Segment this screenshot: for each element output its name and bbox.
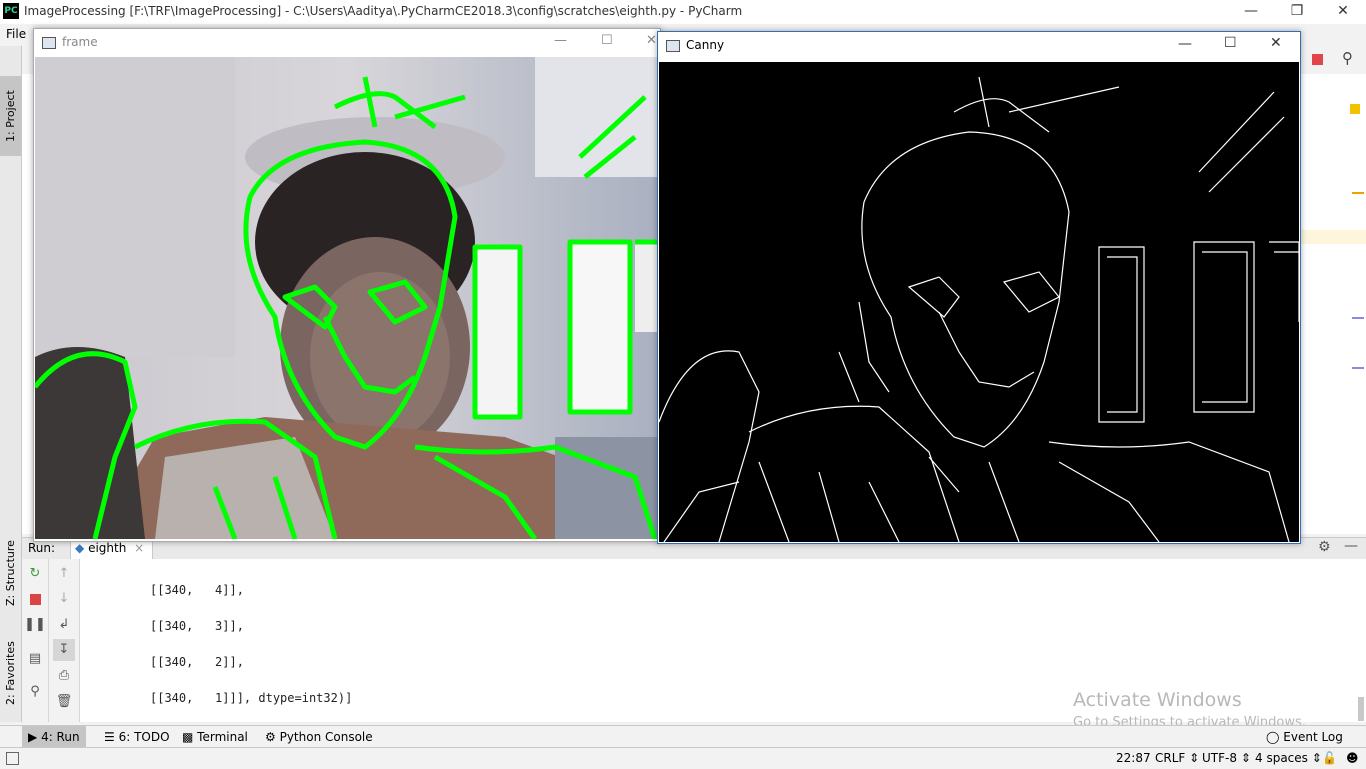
pin-icon[interactable]: ⚲ — [24, 681, 46, 703]
left-tool-strip: 1: Project Z: Structure 2: Favorites — [0, 46, 22, 722]
event-log-icon: ◯ — [1266, 730, 1280, 744]
indent-setting[interactable]: 4 spaces ⇕ — [1255, 751, 1322, 765]
inspection-indicator-icon[interactable] — [1350, 104, 1360, 114]
window-icon — [666, 40, 680, 52]
tab-run-label: 4: Run — [41, 730, 80, 744]
console-line: [[340, 2]], — [150, 655, 244, 669]
search-icon[interactable]: ⚲ — [1342, 49, 1353, 67]
file-encoding[interactable]: UTF-8 ⇕ — [1202, 751, 1251, 765]
python-console-icon: ⚙ — [265, 730, 276, 744]
restore-button[interactable]: ❐ — [1274, 0, 1320, 24]
python-icon: ◆ — [75, 541, 85, 555]
close-tab-icon[interactable]: × — [134, 541, 144, 555]
frame-window[interactable]: frame — ☐ ✕ — [33, 28, 661, 542]
caret-position[interactable]: 22:87 — [1116, 751, 1151, 765]
run-toolbar-primary: ↻ ❚❚ ▤ ⚲ — [22, 559, 49, 722]
run-tab-label: eighth — [88, 541, 127, 555]
todo-icon: ☰ — [104, 730, 115, 744]
pycharm-logo-icon: PC — [3, 3, 19, 19]
rerun-icon[interactable]: ↻ — [24, 563, 46, 585]
run-icon: ▶ — [28, 730, 38, 744]
run-label: Run: — [28, 541, 56, 555]
line-separator[interactable]: CRLF ⇕ — [1155, 751, 1199, 765]
stop-icon[interactable] — [1312, 54, 1323, 65]
tab-todo[interactable]: ☰ 6: TODO — [98, 726, 176, 748]
warning-marker[interactable] — [1352, 192, 1364, 194]
chevron-down-icon: ⇕ — [1189, 751, 1200, 765]
contour-overlay-image — [35, 57, 659, 539]
indent-label: 4 spaces — [1255, 751, 1308, 765]
console-line: [[340, 4]], — [150, 583, 244, 597]
canny-window-titlebar[interactable]: Canny — ☐ ✕ — [658, 32, 1300, 60]
minimize-button[interactable]: — — [554, 33, 567, 48]
chevron-down-icon: ⇕ — [1240, 751, 1251, 765]
tab-todo-label: 6: TODO — [118, 730, 170, 744]
print-icon[interactable]: ⎙ — [53, 665, 75, 687]
activation-watermark-title: Activate Windows — [1073, 689, 1242, 711]
maximize-button[interactable]: ☐ — [601, 33, 613, 48]
console-line: [[340, 3]], — [150, 619, 244, 633]
bottom-tool-tabs: ▶ 4: Run ☰ 6: TODO ▩ Terminal ⚙ Python C… — [0, 725, 1366, 748]
project-tool-tab[interactable]: 1: Project — [0, 76, 21, 156]
status-bar: 22:87 CRLF ⇕ UTF-8 ⇕ 4 spaces ⇕ 🔓 ☻ — [0, 747, 1366, 769]
webcam-frame-image — [35, 57, 659, 539]
soft-wrap-icon[interactable]: ↲ — [53, 614, 75, 636]
layout-toggle-icon[interactable] — [6, 752, 19, 765]
toolbar: ⚲ — [1300, 46, 1366, 74]
maximize-button[interactable]: ☐ — [1224, 35, 1237, 51]
console-scrollbar[interactable] — [1358, 697, 1364, 721]
canny-edges-image — [659, 62, 1299, 542]
chevron-down-icon: ⇕ — [1311, 751, 1322, 765]
up-arrow-icon[interactable]: ↑ — [53, 563, 75, 585]
tab-run[interactable]: ▶ 4: Run — [22, 726, 86, 748]
window-title: ImageProcessing [F:\TRF\ImageProcessing]… — [24, 4, 743, 18]
caret-row-highlight — [1300, 230, 1366, 244]
canny-window[interactable]: Canny — ☐ ✕ — [657, 31, 1301, 544]
run-toolbar-secondary: ↑ ↓ ↲ ↧ ⎙ 🗑 — [49, 559, 80, 722]
file-encoding-label: UTF-8 — [1202, 751, 1237, 765]
title-bar: PC ImageProcessing [F:\TRF\ImageProcessi… — [0, 0, 1366, 24]
lock-icon[interactable]: 🔓 — [1322, 751, 1337, 765]
minimize-button[interactable]: — — [1178, 36, 1192, 52]
layout-icon[interactable]: ▤ — [24, 648, 46, 670]
tab-python-console-label: Python Console — [279, 730, 373, 744]
tab-python-console[interactable]: ⚙ Python Console — [259, 726, 379, 748]
info-marker[interactable] — [1352, 317, 1364, 319]
gear-icon[interactable]: ⚙ — [1318, 539, 1331, 555]
close-button[interactable]: ✕ — [646, 33, 657, 48]
tab-event-log-label: Event Log — [1283, 730, 1343, 744]
console-line: [[340, 1]]], dtype=int32)] — [150, 691, 353, 705]
tab-terminal-label: Terminal — [197, 730, 248, 744]
info-marker[interactable] — [1352, 367, 1364, 369]
canny-window-title: Canny — [686, 38, 725, 52]
canny-edges-drawing — [659, 62, 1299, 542]
pause-icon[interactable]: ❚❚ — [24, 614, 46, 636]
tab-terminal[interactable]: ▩ Terminal — [176, 726, 254, 748]
favorites-tool-tab[interactable]: 2: Favorites — [0, 638, 21, 708]
close-button[interactable]: ✕ — [1320, 0, 1366, 24]
down-arrow-icon[interactable]: ↓ — [53, 588, 75, 610]
structure-tool-tab[interactable]: Z: Structure — [0, 538, 21, 608]
trash-icon[interactable]: 🗑 — [53, 691, 75, 713]
hide-panel-icon[interactable]: — — [1344, 538, 1358, 554]
close-button[interactable]: ✕ — [1270, 35, 1282, 51]
frame-window-titlebar[interactable]: frame — ☐ ✕ — [34, 29, 660, 57]
terminal-icon: ▩ — [182, 730, 194, 744]
inspector-icon[interactable]: ☻ — [1346, 751, 1359, 765]
minimize-button[interactable]: — — [1228, 0, 1274, 24]
scroll-to-end-icon[interactable]: ↧ — [53, 639, 75, 661]
tab-event-log[interactable]: ◯ Event Log — [1260, 726, 1349, 748]
line-separator-label: CRLF — [1155, 751, 1186, 765]
stop-icon[interactable] — [30, 594, 41, 605]
frame-window-title: frame — [62, 35, 98, 49]
window-icon — [42, 37, 56, 49]
menu-file[interactable]: File — [6, 27, 26, 41]
